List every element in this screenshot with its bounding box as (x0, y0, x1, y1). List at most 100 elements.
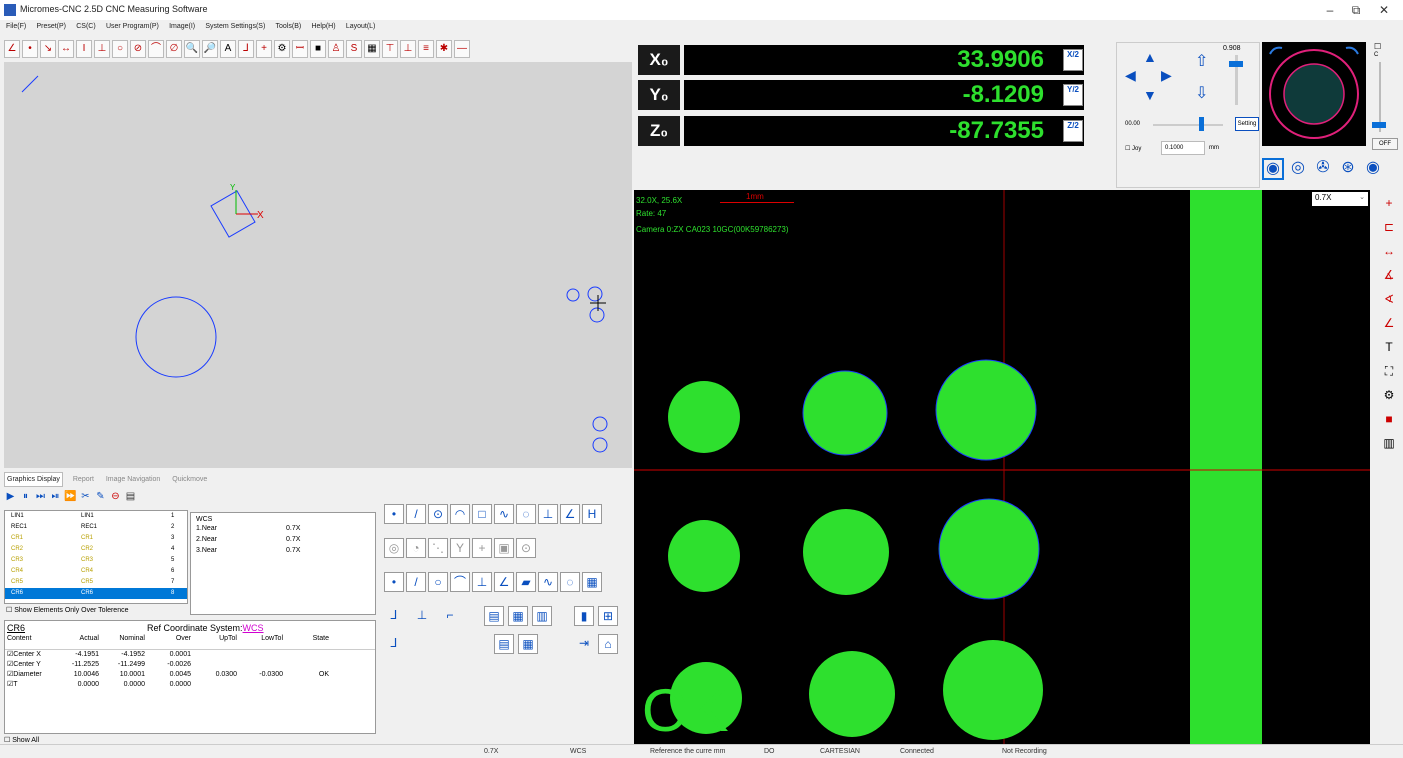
table-row[interactable]: ☑Diameter 10.0046 10.0001 0.0045 0.0300 -0.03… (5, 670, 375, 680)
dash-icon[interactable]: — (454, 40, 470, 58)
joy-checkbox[interactable]: ☐ Joy (1125, 145, 1141, 152)
fit-icon[interactable]: ⛶ (1378, 360, 1400, 382)
coord-load-icon[interactable]: ⅃ (384, 634, 404, 654)
circle-element[interactable] (566, 288, 580, 302)
angle-feature-icon[interactable]: ∠ (560, 504, 580, 524)
line-element[interactable] (21, 75, 39, 93)
wcs-row[interactable]: 2.Near 0.7X (196, 536, 370, 547)
hole-circle[interactable] (668, 381, 740, 453)
zoom-in-icon[interactable]: 🔍 (184, 40, 200, 58)
zoom-out-icon[interactable]: 🔎 (202, 40, 218, 58)
construct-plane-icon[interactable]: ▰ (516, 572, 536, 592)
hole-circle[interactable] (938, 498, 1040, 600)
s-icon[interactable]: S (346, 40, 362, 58)
coord-rotate-icon[interactable]: ⊥ (412, 606, 432, 626)
segment-light-icon[interactable]: ✇ (1312, 158, 1334, 180)
graphics-display[interactable]: X Y (4, 62, 632, 468)
circle-element[interactable] (592, 437, 608, 453)
setting-button[interactable]: Setting (1235, 117, 1259, 131)
y-half-button[interactable]: Y/2 (1063, 84, 1083, 106)
blob-feature-icon[interactable]: ◌ (516, 504, 536, 524)
delete-icon[interactable]: ⊖ (109, 490, 122, 504)
coord-save-icon[interactable]: ⌐ (440, 606, 460, 626)
minimize-button[interactable]: – (1320, 2, 1340, 18)
coord-origin-icon[interactable]: ⅃ (384, 606, 404, 626)
tab-image-navigation[interactable]: Image Navigation (104, 473, 162, 486)
menu-system-settings[interactable]: System Settings(S) (205, 20, 265, 30)
table-row[interactable]: ☑Center Y -11.2525 -11.2499 -0.0026 (5, 660, 375, 670)
coaxial-light-icon[interactable]: ◉ (1362, 158, 1384, 180)
target-feature-icon[interactable]: ⊙ (516, 538, 536, 558)
export-word-icon[interactable]: ▤ (484, 606, 504, 626)
report-icon[interactable]: ▤ (494, 634, 514, 654)
hole-circle[interactable] (935, 359, 1037, 461)
step-input[interactable]: 0.1000 (1161, 141, 1205, 155)
zoom-slider-thumb[interactable] (1199, 117, 1204, 131)
show-all-checkbox[interactable]: ☐ Show All (4, 736, 39, 744)
menu-image[interactable]: Image(I) (169, 20, 195, 30)
camera-overview[interactable] (1262, 42, 1366, 146)
construct-blob-icon[interactable]: ◌ (560, 572, 580, 592)
pie-feature-icon[interactable]: ◔ (406, 538, 426, 558)
fast-forward-icon[interactable]: ⏩ (64, 490, 77, 504)
curve-feature-icon[interactable]: ∿ (494, 504, 514, 524)
distance-h-tool-icon[interactable]: ↔ (58, 40, 74, 58)
pause-icon[interactable]: ⏸ (19, 490, 32, 504)
arrow-down-icon[interactable]: ▼ (1143, 87, 1157, 103)
step-icon[interactable]: ⏭ (34, 490, 47, 504)
angle-y-icon[interactable]: ∢ (1378, 288, 1400, 310)
construct-curve-icon[interactable]: ∿ (538, 572, 558, 592)
table-row[interactable]: ☑T 0.0000 0.0000 0.0000 (5, 680, 375, 690)
height-feature-icon[interactable]: ⊥ (538, 504, 558, 524)
table-row[interactable]: ☑Center X -4.1951 -4.1952 0.0001 (5, 650, 375, 660)
probe-icon[interactable]: ⇥ (574, 634, 594, 654)
align-icon[interactable]: ⊤ (382, 40, 398, 58)
hole-circle[interactable] (943, 640, 1043, 740)
list-item[interactable]: REC1 REC1 2 (5, 522, 187, 533)
measure-icon[interactable]: ⊥ (400, 40, 416, 58)
line-feature-icon[interactable]: / (406, 504, 426, 524)
menu-layout[interactable]: Layout(L) (346, 20, 376, 30)
circle-element[interactable] (587, 286, 603, 302)
skip-icon[interactable]: ⏯ (49, 490, 62, 504)
circle-feature-icon[interactable]: ⊙ (428, 504, 448, 524)
angle-x-icon[interactable]: ∡ (1378, 264, 1400, 286)
list-item-selected[interactable]: CR6 CR6 8 (5, 588, 187, 599)
wcs-row[interactable]: 1.Near 0.7X (196, 525, 370, 536)
ring-feature-icon[interactable]: ◎ (384, 538, 404, 558)
speed-slider-thumb[interactable] (1229, 61, 1243, 67)
arc-feature-icon[interactable]: ◠ (450, 504, 470, 524)
grid-icon[interactable]: ▦ (364, 40, 380, 58)
arrow-left-icon[interactable]: ◀ (1125, 67, 1136, 84)
lines-icon[interactable]: ≡ (418, 40, 434, 58)
close-button[interactable]: ✕ (1374, 2, 1394, 18)
z-half-button[interactable]: Z/2 (1063, 120, 1083, 142)
element-list[interactable]: LIN1 LIN1 1 REC1 REC1 2 CR1 CR1 3 CR2 CR2 4 CR3 C… (4, 510, 188, 604)
menu-user-program[interactable]: User Program(P) (106, 20, 159, 30)
image-feature-icon[interactable]: ▣ (494, 538, 514, 558)
list-item[interactable]: CR3 CR3 5 (5, 555, 187, 566)
x-half-button[interactable]: X/2 (1063, 49, 1083, 71)
circle-element[interactable] (592, 416, 608, 432)
list-item[interactable]: LIN1 LIN1 1 (5, 511, 187, 522)
export-excel-icon[interactable]: ▦ (508, 606, 528, 626)
tab-quickmove[interactable]: Quickmove (170, 473, 209, 486)
camera-view[interactable]: 32.0X, 25.6X 1mm Rate: 47 Camera 0:ZX CA… (634, 190, 1370, 744)
ring-light-icon[interactable]: ◉ (1262, 158, 1284, 180)
hole-circle[interactable] (668, 520, 740, 592)
report-excel-icon[interactable]: ▦ (518, 634, 538, 654)
arrow-right-icon[interactable]: ▶ (1161, 67, 1172, 84)
hole-circle[interactable] (803, 509, 889, 595)
crosshair-tool-icon[interactable]: + (256, 40, 272, 58)
ref-coordinate-link[interactable]: WCS (243, 623, 264, 633)
construct-dist-icon[interactable]: ⊥ (472, 572, 492, 592)
z-down-icon[interactable]: ⇩ (1195, 83, 1208, 103)
hole-circle[interactable] (802, 370, 888, 456)
play-icon[interactable]: ▶ (4, 490, 17, 504)
cut-icon[interactable]: ✂ (79, 490, 92, 504)
angle-tool-icon[interactable]: ∠ (4, 40, 20, 58)
arc-tool-icon[interactable]: ⌒ (148, 40, 164, 58)
construct-table-icon[interactable]: ▦ (582, 572, 602, 592)
edge-tool-icon[interactable]: ⊏ (1378, 216, 1400, 238)
settings-icon[interactable]: ⚙ (274, 40, 290, 58)
